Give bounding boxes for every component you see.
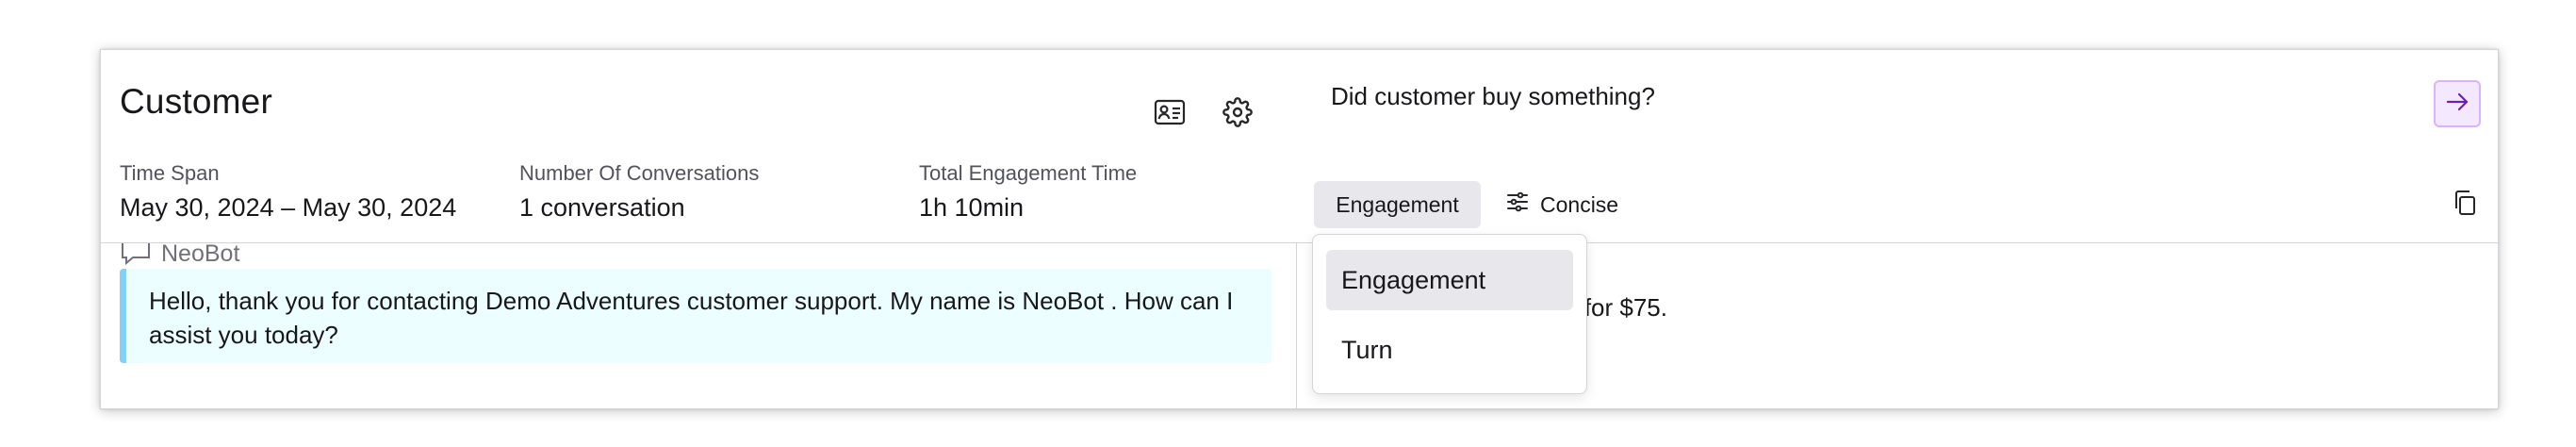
send-button[interactable] bbox=[2434, 80, 2481, 127]
copy-icon bbox=[2453, 190, 2477, 221]
stat-label: Number Of Conversations bbox=[519, 161, 760, 185]
customer-insights-card: Customer Time Span May 30, 2024 – May 30… bbox=[100, 49, 2499, 409]
page-title: Customer bbox=[120, 82, 272, 121]
mode-dropdown-menu: Engagement Turn bbox=[1312, 234, 1587, 394]
customer-panel: Customer Time Span May 30, 2024 – May 30… bbox=[101, 50, 1297, 408]
copy-button[interactable] bbox=[2449, 189, 2481, 221]
contact-card-icon[interactable] bbox=[1151, 93, 1189, 131]
arrow-right-icon bbox=[2445, 91, 2469, 117]
gear-icon[interactable] bbox=[1219, 93, 1256, 131]
mode-select-button[interactable]: Engagement bbox=[1314, 181, 1481, 228]
dropdown-option-engagement[interactable]: Engagement bbox=[1326, 250, 1573, 310]
stat-time-span: Time Span May 30, 2024 – May 30, 2024 bbox=[120, 161, 456, 223]
conversation-view: NeoBot Hello, thank you for contacting D… bbox=[101, 240, 1297, 408]
stat-value: 1 conversation bbox=[519, 193, 685, 222]
style-select-button[interactable]: Concise bbox=[1506, 181, 1618, 228]
sliders-icon bbox=[1506, 191, 1529, 218]
stat-label: Total Engagement Time bbox=[919, 161, 1138, 185]
customer-header: Customer Time Span May 30, 2024 – May 30… bbox=[101, 50, 1297, 243]
stat-value: May 30, 2024 – May 30, 2024 bbox=[120, 193, 457, 222]
style-label: Concise bbox=[1540, 191, 1619, 217]
stat-value: 1h 10min bbox=[919, 193, 1025, 222]
query-text[interactable]: Did customer buy something? bbox=[1331, 82, 1655, 111]
stat-number-of-conversations: Number Of Conversations 1 conversation bbox=[519, 161, 759, 223]
stat-total-engagement-time: Total Engagement Time 1h 10min bbox=[919, 161, 1137, 223]
sender-name: NeoBot bbox=[161, 240, 240, 267]
dropdown-option-turn[interactable]: Turn bbox=[1326, 320, 1573, 380]
message-bubble: Hello, thank you for contacting Demo Adv… bbox=[120, 269, 1272, 363]
stat-label: Time Span bbox=[120, 161, 220, 185]
